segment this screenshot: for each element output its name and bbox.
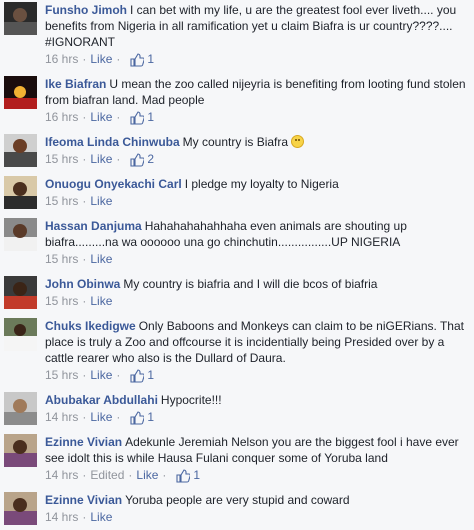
- comment-text: Hypocrite!!!: [160, 393, 222, 407]
- comment-timestamp[interactable]: 15 hrs: [45, 194, 78, 209]
- comment-author[interactable]: Ezinne Vivian: [45, 435, 122, 449]
- like-button[interactable]: Like: [90, 410, 112, 425]
- meta-separator: ·: [82, 368, 87, 382]
- edited-label[interactable]: Edited: [90, 468, 124, 483]
- like-count-value: 1: [193, 468, 201, 482]
- comment-text: Yoruba people are very stupid and coward: [125, 493, 350, 507]
- meta-separator: ·: [82, 52, 87, 66]
- comment-text: I pledge my loyalty to Nigeria: [184, 177, 339, 191]
- meta-separator: ·: [128, 468, 133, 482]
- meta-separator: ·: [82, 110, 87, 124]
- comment-timestamp[interactable]: 15 hrs: [45, 252, 78, 267]
- comment-author[interactable]: Ezinne Vivian: [45, 493, 122, 507]
- like-button[interactable]: Like: [90, 252, 112, 267]
- comment-author[interactable]: John Obinwa: [45, 277, 120, 291]
- comment-timestamp[interactable]: 14 hrs: [45, 410, 78, 425]
- comment-item: Funsho Jimoh I can bet with my life, u ar…: [4, 2, 468, 67]
- avatar[interactable]: [4, 318, 37, 351]
- meta-separator: ·: [82, 410, 87, 424]
- like-count-value: 1: [147, 110, 155, 124]
- like-button[interactable]: Like: [90, 194, 112, 209]
- thumbs-up-icon: [130, 410, 145, 425]
- comment-item: Abubakar Abdullahi Hypocrite!!! 14 hrs · …: [4, 392, 468, 425]
- meta-separator: ·: [82, 252, 87, 266]
- meta-separator: ·: [116, 152, 121, 166]
- like-count-value: 1: [147, 368, 155, 382]
- avatar[interactable]: [4, 2, 37, 35]
- thumbs-up-icon: [130, 52, 145, 67]
- avatar[interactable]: [4, 76, 37, 109]
- comment-timestamp[interactable]: 15 hrs: [45, 368, 78, 383]
- avatar[interactable]: [4, 434, 37, 467]
- avatar[interactable]: [4, 392, 37, 425]
- comment-item: Chuks Ikedigwe Only Baboons and Monkeys c…: [4, 318, 468, 383]
- thumbs-up-icon: [130, 110, 145, 125]
- like-button[interactable]: Like: [90, 152, 112, 167]
- comment-text: U mean the zoo called nijeyria is benefi…: [45, 77, 466, 107]
- avatar[interactable]: [4, 176, 37, 209]
- comment-item: Ifeoma Linda Chinwuba My country is Biafr…: [4, 134, 468, 167]
- comment-text: My country is Biafra: [182, 135, 289, 149]
- thumbs-up-icon: [130, 368, 145, 383]
- comment-item: Onuogu Onyekachi Carl I pledge my loyalty…: [4, 176, 468, 209]
- comment-thread: Funsho Jimoh I can bet with my life, u ar…: [0, 0, 474, 530]
- comment-item: Ezinne Vivian Yoruba people are very stup…: [4, 492, 468, 525]
- like-count[interactable]: 1: [130, 52, 154, 67]
- smile-emoji-icon: [291, 135, 305, 148]
- comment-text: My country is biafria and I will die bco…: [123, 277, 378, 291]
- comment-author[interactable]: Abubakar Abdullahi: [45, 393, 158, 407]
- avatar[interactable]: [4, 492, 37, 525]
- meta-separator: ·: [116, 52, 121, 66]
- comment-timestamp[interactable]: 15 hrs: [45, 152, 78, 167]
- comment-author[interactable]: Ifeoma Linda Chinwuba: [45, 135, 180, 149]
- meta-separator: ·: [82, 152, 87, 166]
- like-button[interactable]: Like: [90, 294, 112, 309]
- comment-item: Ezinne Vivian Adekunle Jeremiah Nelson yo…: [4, 434, 468, 483]
- comment-item: Hassan Danjuma Hahahahahahhaha even anima…: [4, 218, 468, 267]
- meta-separator: ·: [82, 194, 87, 208]
- avatar[interactable]: [4, 276, 37, 309]
- comment-author[interactable]: Chuks Ikedigwe: [45, 319, 136, 333]
- like-count[interactable]: 1: [130, 410, 154, 425]
- comment-item: John Obinwa My country is biafria and I w…: [4, 276, 468, 309]
- like-button[interactable]: Like: [90, 510, 112, 525]
- comment-author[interactable]: Onuogu Onyekachi Carl: [45, 177, 182, 191]
- avatar[interactable]: [4, 218, 37, 251]
- meta-separator: ·: [82, 294, 87, 308]
- like-count[interactable]: 1: [130, 368, 154, 383]
- comment-timestamp[interactable]: 14 hrs: [45, 468, 78, 483]
- comment-author[interactable]: Funsho Jimoh: [45, 3, 127, 17]
- comment-timestamp[interactable]: 16 hrs: [45, 52, 78, 67]
- like-button[interactable]: Like: [90, 368, 112, 383]
- like-button[interactable]: Like: [136, 468, 158, 483]
- thumbs-up-icon: [176, 468, 191, 483]
- meta-separator: ·: [82, 510, 87, 524]
- comment-author[interactable]: Ike Biafran: [45, 77, 106, 91]
- avatar[interactable]: [4, 134, 37, 167]
- like-count[interactable]: 2: [130, 152, 154, 167]
- meta-separator: ·: [82, 468, 87, 482]
- like-count[interactable]: 1: [130, 110, 154, 125]
- comment-timestamp[interactable]: 14 hrs: [45, 510, 78, 525]
- meta-separator: ·: [116, 368, 121, 382]
- like-count-value: 2: [147, 152, 155, 166]
- like-button[interactable]: Like: [90, 110, 112, 125]
- meta-separator: ·: [116, 410, 121, 424]
- meta-separator: ·: [116, 110, 121, 124]
- comment-item: Ike Biafran U mean the zoo called nijeyri…: [4, 76, 468, 125]
- comment-timestamp[interactable]: 15 hrs: [45, 294, 78, 309]
- like-count-value: 1: [147, 410, 155, 424]
- comment-author[interactable]: Hassan Danjuma: [45, 219, 142, 233]
- like-button[interactable]: Like: [90, 52, 112, 67]
- thumbs-up-icon: [130, 152, 145, 167]
- like-count[interactable]: 1: [176, 468, 200, 483]
- comment-timestamp[interactable]: 16 hrs: [45, 110, 78, 125]
- like-count-value: 1: [147, 52, 155, 66]
- meta-separator: ·: [162, 468, 167, 482]
